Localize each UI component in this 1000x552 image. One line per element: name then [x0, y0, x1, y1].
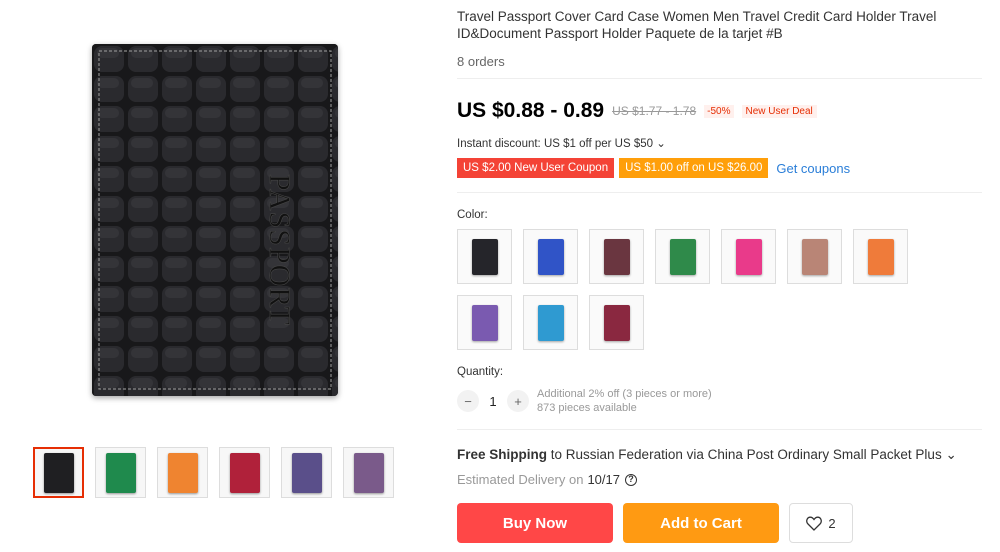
color-swatch[interactable]	[589, 295, 644, 350]
thumbnail[interactable]	[219, 447, 270, 498]
help-icon[interactable]: ?	[625, 473, 637, 486]
thumbnail[interactable]	[95, 447, 146, 498]
thumbnail-image	[353, 452, 384, 493]
coupon-row: US $2.00 New User Coupon US $1.00 off on…	[457, 158, 985, 178]
color-swatch[interactable]	[787, 229, 842, 284]
swatch-image	[603, 304, 630, 341]
color-swatch[interactable]	[457, 229, 512, 284]
swatch-image	[867, 238, 894, 275]
wishlist-count: 2	[828, 515, 836, 531]
color-swatch[interactable]	[721, 229, 776, 284]
color-swatch[interactable]	[457, 295, 512, 350]
wishlist-button[interactable]: 2	[789, 503, 853, 543]
new-user-deal-badge: New User Deal	[741, 104, 817, 118]
thumbnail-image	[167, 452, 198, 493]
minus-icon[interactable]: −	[457, 390, 479, 412]
action-buttons: Buy Now Add to Cart 2	[457, 503, 853, 543]
swatch-image	[537, 238, 564, 275]
estimated-delivery-label: Estimated Delivery on	[457, 472, 584, 487]
quantity-label: Quantity:	[457, 366, 504, 378]
stock-available: 873 pieces available	[537, 402, 637, 414]
shipping-destination: to Russian Federation via China Post Ord…	[547, 447, 957, 462]
color-label: Color:	[457, 209, 488, 221]
thumbnail[interactable]	[33, 447, 84, 498]
plus-icon[interactable]: +	[507, 390, 529, 412]
main-product-image[interactable]: PASSPORT	[92, 44, 338, 396]
price-row: US $0.88 - 0.89 US $1.77 - 1.78 -50% New…	[457, 98, 985, 124]
instant-discount[interactable]: Instant discount: US $1 off per US $50 ⌄	[457, 136, 985, 150]
thumbnail[interactable]	[281, 447, 332, 498]
divider	[457, 78, 982, 79]
shipping-info[interactable]: Free Shipping to Russian Federation via …	[457, 447, 985, 463]
estimated-delivery: Estimated Delivery on 10/17 ?	[457, 472, 985, 487]
color-swatch[interactable]	[853, 229, 908, 284]
buy-now-button[interactable]: Buy Now	[457, 503, 613, 543]
get-coupons-link[interactable]: Get coupons	[776, 161, 850, 176]
swatch-image	[471, 238, 498, 275]
quantity-value[interactable]: 1	[479, 394, 507, 409]
thumbnail[interactable]	[343, 447, 394, 498]
swatch-image	[537, 304, 564, 341]
new-user-coupon[interactable]: US $2.00 New User Coupon	[457, 158, 615, 178]
thumbnail-strip	[33, 447, 394, 498]
swatch-image	[603, 238, 630, 275]
swatch-image	[801, 238, 828, 275]
heart-icon	[806, 516, 823, 531]
thumbnail[interactable]	[157, 447, 208, 498]
store-coupon[interactable]: US $1.00 off on US $26.00	[619, 158, 769, 178]
product-info: Travel Passport Cover Card Case Women Me…	[457, 0, 985, 543]
color-swatch[interactable]	[523, 229, 578, 284]
original-price: US $1.77 - 1.78	[612, 104, 697, 118]
divider	[457, 192, 982, 193]
color-swatches	[457, 229, 985, 350]
color-swatch[interactable]	[655, 229, 710, 284]
divider	[457, 429, 982, 430]
free-shipping-label: Free Shipping	[457, 447, 548, 462]
delivery-date: 10/17	[587, 472, 620, 487]
current-price: US $0.88 - 0.89	[457, 99, 605, 122]
product-gallery: PASSPORT	[0, 0, 430, 552]
swatch-image	[735, 238, 762, 275]
passport-cover-image: PASSPORT	[92, 44, 338, 396]
swatch-image	[669, 238, 696, 275]
quantity-stepper: − 1 + Additional 2% off (3 pieces or mor…	[457, 387, 985, 415]
thumbnail-image	[229, 452, 260, 493]
bulk-discount-note: Additional 2% off (3 pieces or more)	[537, 388, 712, 400]
color-swatch[interactable]	[589, 229, 644, 284]
thumbnail-image	[291, 452, 322, 493]
product-title: Travel Passport Cover Card Case Women Me…	[457, 9, 937, 41]
quantity-note: Additional 2% off (3 pieces or more) 873…	[537, 387, 712, 415]
passport-emboss-text: PASSPORT	[263, 174, 296, 326]
swatch-image	[471, 304, 498, 341]
color-swatch[interactable]	[523, 295, 578, 350]
orders-count: 8 orders	[457, 54, 505, 69]
thumbnail-image	[43, 452, 74, 493]
add-to-cart-button[interactable]: Add to Cart	[623, 503, 779, 543]
discount-badge: -50%	[704, 104, 734, 118]
thumbnail-image	[105, 452, 136, 493]
